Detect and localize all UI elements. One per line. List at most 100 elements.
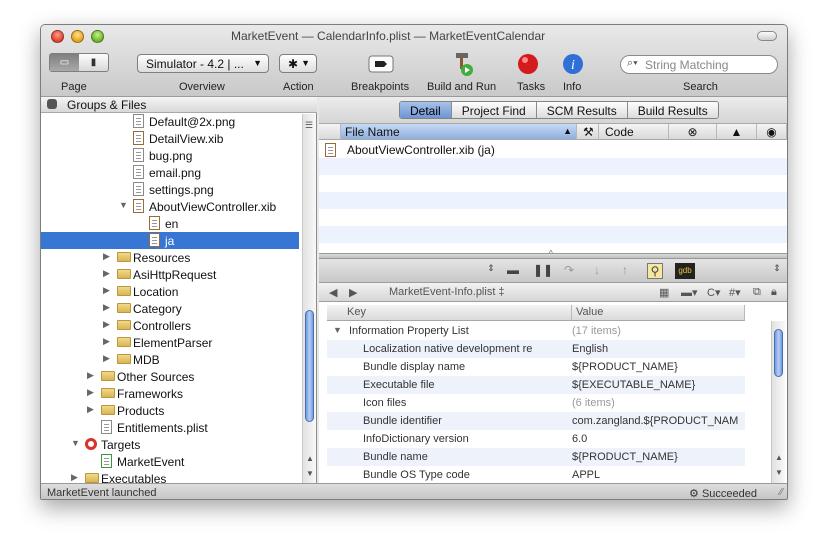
disclosure-closed-icon[interactable]: ▶ [103,285,110,296]
plist-value[interactable]: English [572,343,744,355]
plist-row[interactable]: InfoDictionary version 6.0 [327,430,745,448]
tab-build-results[interactable]: Build Results [627,102,718,118]
disclosure-closed-icon[interactable]: ▶ [87,387,94,398]
plist-row[interactable]: Localization native development re Englis… [327,340,745,358]
page-file-icon[interactable]: ▮ [79,54,108,71]
plist-row[interactable]: Bundle name ${PRODUCT_NAME} [327,448,745,466]
resize-grip-icon[interactable]: ⁄⁄ [780,487,783,498]
sidebar-tree-item[interactable]: email.png [41,164,299,181]
class-hierarchy-icon[interactable]: C▾ [707,286,720,299]
plist-value[interactable]: com.zangland.${PRODUCT_NAM [572,415,744,427]
plist-value[interactable]: (6 items) [572,397,744,409]
plist-value[interactable]: 6.0 [572,433,744,445]
bookmarks-icon[interactable]: ▦ [659,286,669,299]
breakpoints-button[interactable] [367,52,395,76]
disclosure-closed-icon[interactable]: ▶ [87,404,94,415]
disclosure-closed-icon[interactable]: ▶ [103,353,110,364]
disclosure-open-icon[interactable]: ▼ [333,325,342,335]
scroll-down-icon[interactable]: ▼ [306,469,314,478]
forward-arrow-icon[interactable]: ▶ [349,286,357,299]
build-and-run-button[interactable] [447,52,475,76]
column-warnings[interactable]: ▲ [717,124,757,140]
info-button[interactable]: i [559,52,587,76]
breakpoint-toggle-icon[interactable]: ▬ [505,263,521,279]
debugger-window-icon[interactable]: ⚲ [647,263,663,279]
sidebar-tree-item[interactable]: Default@2x.png [41,113,299,130]
plist-value[interactable]: ${PRODUCT_NAME} [572,361,744,373]
plist-row[interactable]: Bundle OS Type code APPL [327,466,745,484]
sidebar-tree-item[interactable]: ▶ Category [41,300,299,317]
column-target[interactable]: ◉ [757,124,787,140]
plist-column-key[interactable]: Key [327,305,572,321]
lock-icon[interactable]: 🔒︎ [771,286,777,299]
disclosure-closed-icon[interactable]: ▶ [103,336,110,347]
plist-row[interactable]: Bundle display name ${PRODUCT_NAME} [327,358,745,376]
pause-icon[interactable]: ❚❚ [533,263,553,279]
zoom-button[interactable] [91,30,104,43]
editor-scroll-thumb[interactable] [774,329,783,377]
column-icon-header[interactable] [319,124,341,140]
step-out-icon[interactable]: ↑ [617,263,633,279]
toolbar-toggle-button[interactable] [757,31,777,41]
scroll-up-icon[interactable]: ▲ [775,453,783,462]
plist-column-value[interactable]: Value [572,305,745,321]
tasks-button[interactable] [515,52,543,76]
sidebar-tree-item[interactable]: bug.png [41,147,299,164]
gdb-console-icon[interactable]: gdb [675,263,695,279]
counterpart-icon[interactable]: ⧉ [753,286,761,299]
scroll-up-icon[interactable]: ▲ [306,454,314,463]
step-over-icon[interactable]: ↷ [561,263,577,279]
action-popup[interactable]: ✱ ▼ [279,54,317,73]
page-editor-icon[interactable]: ▭ [50,54,79,71]
plist-value[interactable]: (17 items) [572,325,744,337]
scheme-popup[interactable]: Simulator - 4.2 | ... ▼ [137,54,269,73]
plist-value[interactable]: ${PRODUCT_NAME} [572,451,744,463]
disclosure-closed-icon[interactable]: ▶ [103,268,110,279]
close-button[interactable] [51,30,64,43]
sidebar-tree-item[interactable]: ▶ Products [41,402,299,419]
sidebar-tree-item[interactable]: ▶ Controllers [41,317,299,334]
plist-row[interactable]: Bundle identifier com.zangland.${PRODUCT_… [327,412,745,430]
sidebar-tree-item[interactable]: ja [41,232,299,249]
sidebar-options-icon[interactable]: ☰ [305,120,313,131]
sidebar-tree-item[interactable]: Entitlements.plist [41,419,299,436]
sidebar-tree-item[interactable]: DetailView.xib [41,130,299,147]
breakpoints-popup-icon[interactable]: ▬▾ [681,286,698,299]
scroll-down-icon[interactable]: ▼ [775,468,783,477]
column-errors[interactable]: ⊗ [669,124,717,140]
disclosure-closed-icon[interactable]: ▶ [103,251,110,262]
included-files-icon[interactable]: #▾ [729,286,741,299]
sidebar-tree-item[interactable]: ▼ Targets [41,436,299,453]
sidebar-tree-item[interactable]: settings.png [41,181,299,198]
stepper-icon[interactable]: ⇕ [483,263,499,279]
file-history-popup[interactable]: MarketEvent-Info.plist ‡ [389,286,505,298]
sidebar-tree-item[interactable]: ▶ ElementParser [41,334,299,351]
plist-value[interactable]: APPL [572,469,744,481]
disclosure-open-icon[interactable]: ▼ [119,200,128,210]
table-row[interactable]: AboutViewController.xib (ja) [319,141,787,159]
sidebar-scrollbar[interactable]: ☰ ▲ ▼ [302,114,316,483]
sidebar-tree-item[interactable]: ▶ Frameworks [41,385,299,402]
disclosure-closed-icon[interactable]: ▶ [103,302,110,313]
disclosure-closed-icon[interactable]: ▶ [103,319,110,330]
plist-row[interactable]: Icon files (6 items) [327,394,745,412]
tab-project-find[interactable]: Project Find [451,102,537,118]
disclosure-open-icon[interactable]: ▼ [71,438,80,448]
step-into-icon[interactable]: ↓ [589,263,605,279]
page-segmented-control[interactable]: ▭ ▮ [49,53,109,72]
column-code[interactable]: Code [599,124,669,140]
sidebar-scroll-thumb[interactable] [305,310,314,422]
editor-scrollbar[interactable]: ▲ ▼ [771,321,785,483]
sidebar-tree-item[interactable]: MarketEvent [41,453,299,470]
minimize-button[interactable] [71,30,84,43]
sidebar-tree-item[interactable]: ▶ Other Sources [41,368,299,385]
plist-row[interactable]: Executable file ${EXECUTABLE_NAME} [327,376,745,394]
tab-detail[interactable]: Detail [400,102,452,118]
disclosure-closed-icon[interactable]: ▶ [71,472,78,483]
back-arrow-icon[interactable]: ◀ [329,286,337,299]
sidebar-tree-item[interactable]: ▶ AsiHttpRequest [41,266,299,283]
debug-stepper-icon[interactable]: ⇕ [769,263,785,279]
column-file-name[interactable]: File Name ▲ [341,124,577,140]
sidebar-tree-item[interactable]: ▶ Location [41,283,299,300]
column-tool-header[interactable]: ⚒ [577,124,599,140]
